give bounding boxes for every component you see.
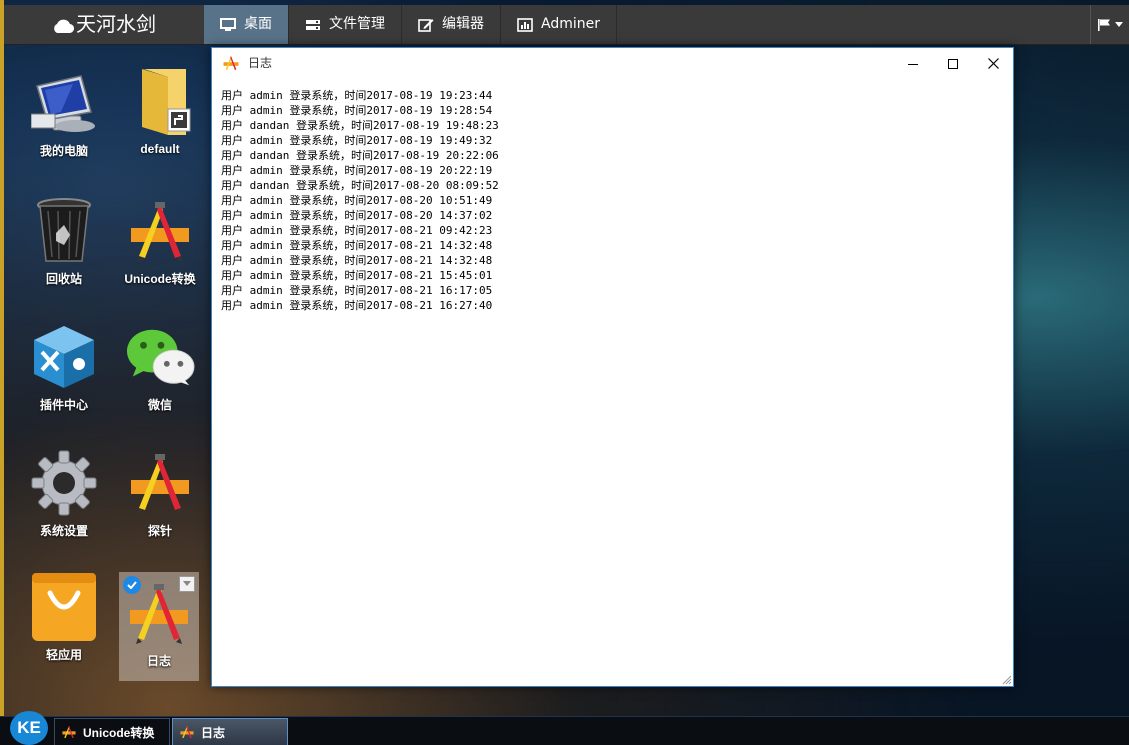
- nav-desktop-label: 桌面: [244, 16, 272, 32]
- nav-file-manager-label: 文件管理: [329, 16, 385, 32]
- nav-adminer-label: Adminer: [541, 16, 600, 32]
- close-button[interactable]: [973, 48, 1013, 79]
- log-line: 用户 admin 登录系统，时间2017-08-21 16:17:05: [221, 284, 493, 297]
- app-store-icon: [180, 725, 194, 739]
- log-line: 用户 admin 登录系统，时间2017-08-21 15:45:01: [221, 269, 493, 282]
- minimize-button[interactable]: [893, 48, 933, 79]
- desktop-icon-label: 插件中心: [39, 398, 88, 412]
- gear-icon: [31, 450, 97, 516]
- brand[interactable]: 天河水剑: [52, 5, 156, 44]
- cloud-icon: [54, 19, 75, 34]
- desktop-icon-my-computer[interactable]: 我的电脑: [24, 68, 104, 178]
- log-line: 用户 dandan 登录系统，时间2017-08-20 08:09:52: [221, 179, 499, 192]
- drive-icon: [306, 19, 320, 30]
- log-line: 用户 admin 登录系统，时间2017-08-19 19:28:54: [221, 104, 493, 117]
- desktop-icon-label: Unicode转换: [124, 272, 196, 286]
- log-line: 用户 admin 登录系统，时间2017-08-21 14:32:48: [221, 239, 493, 252]
- selected-check-icon[interactable]: [123, 576, 141, 594]
- chart-icon: [517, 17, 533, 32]
- log-line: 用户 admin 登录系统，时间2017-08-19 19:23:44: [221, 89, 493, 102]
- desktop-icon-plugin-center[interactable]: 插件中心: [24, 322, 104, 432]
- desktop-icon-label: 系统设置: [39, 524, 88, 538]
- desktop-icon-label: 我的电脑: [39, 144, 88, 158]
- log-line: 用户 admin 登录系统，时间2017-08-19 19:49:32: [221, 134, 493, 147]
- recycle-bin-icon: [37, 198, 91, 262]
- flag-menu-button[interactable]: [1090, 5, 1129, 44]
- start-button[interactable]: KE: [10, 711, 48, 745]
- log-content[interactable]: 用户 admin 登录系统，时间2017-08-19 19:23:44 用户 a…: [221, 88, 1003, 313]
- top-navbar: 天河水剑 桌面 文件管理 编辑器 Adminer: [4, 5, 1129, 45]
- log-window: 日志 用户 admin 登录系统，时间2017-08-19 19:23:44 用…: [211, 47, 1014, 687]
- log-line: 用户 admin 登录系统，时间2017-08-20 10:51:49: [221, 194, 493, 207]
- log-line: 用户 dandan 登录系统，时间2017-08-19 19:48:23: [221, 119, 499, 132]
- folder-shortcut-icon: [142, 69, 191, 135]
- desktop-icon-light-apps[interactable]: 轻应用: [24, 572, 104, 682]
- desktop-icon-recycle-bin[interactable]: 回收站: [24, 196, 104, 306]
- app-store-icon: [222, 55, 240, 75]
- log-line: 用户 admin 登录系统，时间2017-08-19 20:22:19: [221, 164, 493, 177]
- maximize-icon: [948, 58, 958, 69]
- nav-file-manager[interactable]: 文件管理: [289, 5, 402, 44]
- nav-editor-label: 编辑器: [442, 16, 484, 32]
- desktop-left-border: [0, 0, 4, 716]
- log-line: 用户 admin 登录系统，时间2017-08-21 09:42:23: [221, 224, 493, 237]
- window-title: 日志: [248, 56, 273, 70]
- app-store-icon: [62, 725, 76, 739]
- close-icon: [987, 58, 999, 69]
- caret-down-icon: [1115, 21, 1123, 27]
- desktop-icon-label: 探针: [147, 524, 172, 538]
- taskbar-item-unicode[interactable]: Unicode转换: [54, 718, 170, 745]
- desktop-icon-probe[interactable]: 探针: [120, 448, 200, 558]
- desktop-icon-wechat[interactable]: 微信: [120, 322, 200, 432]
- desktop-icon-default[interactable]: default: [120, 68, 200, 178]
- desktop-icon-label: 轻应用: [45, 648, 82, 662]
- taskbar-item-label: Unicode转换: [83, 725, 155, 740]
- app-store-icon: [131, 202, 189, 262]
- plugin-cube-icon: [34, 326, 94, 388]
- window-titlebar[interactable]: 日志: [212, 48, 1013, 79]
- log-line: 用户 admin 登录系统，时间2017-08-20 14:37:02: [221, 209, 493, 222]
- minimize-icon: [908, 63, 918, 65]
- desktop-icon-log[interactable]: 日志: [119, 572, 199, 681]
- desktop-icon-system-settings[interactable]: 系统设置: [24, 448, 104, 558]
- log-line: 用户 admin 登录系统，时间2017-08-21 14:32:48: [221, 254, 493, 267]
- taskbar: KE Unicode转换 日志: [0, 711, 1129, 745]
- desktop-icon-label: default: [140, 142, 180, 156]
- log-line: 用户 admin 登录系统，时间2017-08-21 16:27:40: [221, 299, 493, 312]
- taskbar-item-label: 日志: [201, 725, 226, 740]
- edit-icon: [418, 18, 434, 32]
- resize-grip-icon[interactable]: [1002, 675, 1012, 685]
- log-line: 用户 dandan 登录系统，时间2017-08-19 20:22:06: [221, 149, 499, 162]
- desktop-icon-label: 日志: [146, 654, 171, 668]
- brand-name: 天河水剑: [76, 12, 156, 36]
- desktop-icon-label: 微信: [147, 398, 172, 412]
- maximize-button[interactable]: [933, 48, 973, 79]
- caret-down-icon: [183, 581, 191, 586]
- monitor-icon: [220, 17, 236, 31]
- desktop-icon-unicode[interactable]: Unicode转换: [120, 196, 200, 306]
- wechat-icon: [126, 329, 195, 386]
- computer-icon: [31, 75, 95, 132]
- taskbar-item-log[interactable]: 日志: [172, 718, 288, 745]
- desktop-icon-label: 回收站: [45, 272, 82, 286]
- icon-dropdown-button[interactable]: [179, 576, 195, 592]
- window-controls: [893, 48, 1013, 79]
- main-nav: 桌面 文件管理 编辑器 Adminer: [204, 5, 617, 44]
- nav-adminer[interactable]: Adminer: [501, 5, 617, 44]
- app-store-icon: [131, 454, 189, 514]
- shopping-bag-icon: [32, 573, 96, 641]
- flag-icon: [1098, 18, 1110, 31]
- nav-desktop[interactable]: 桌面: [204, 5, 289, 44]
- nav-editor[interactable]: 编辑器: [402, 5, 501, 44]
